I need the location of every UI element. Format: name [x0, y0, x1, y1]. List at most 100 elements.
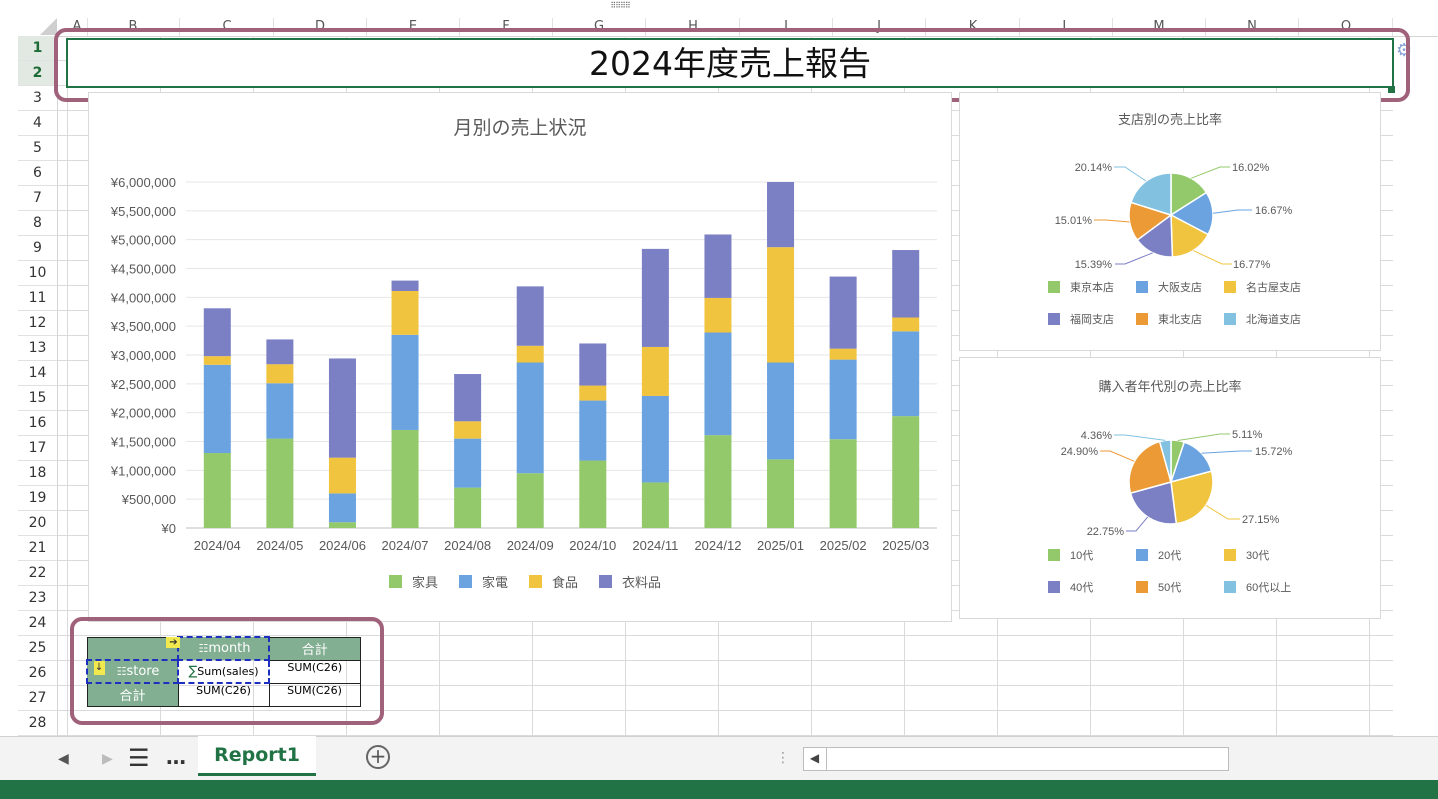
legend-swatch [1048, 313, 1060, 325]
row-header-1[interactable]: 1 [18, 36, 57, 61]
legend-label: 大阪支店 [1158, 280, 1202, 294]
row-header-8[interactable]: 8 [18, 211, 57, 236]
row-header-6[interactable]: 6 [18, 161, 57, 186]
legend-swatch [1224, 581, 1236, 593]
bar-segment [266, 339, 294, 365]
leader-line [1191, 166, 1230, 179]
scroll-left-icon[interactable]: ◀ [803, 747, 827, 771]
x-tick-label: 2024/06 [319, 538, 366, 553]
row-header-18[interactable]: 18 [18, 461, 57, 486]
legend-label: 10代 [1070, 549, 1093, 562]
row-header-27[interactable]: 27 [18, 686, 57, 711]
bar-segment [892, 250, 920, 318]
x-tick-label: 2024/10 [569, 538, 616, 553]
data-label: 15.39% [1075, 259, 1113, 271]
row-header-12[interactable]: 12 [18, 311, 57, 336]
leader-line [1212, 209, 1252, 214]
row-header-11[interactable]: 11 [18, 286, 57, 311]
bar-segment [892, 317, 920, 332]
row-header-9[interactable]: 9 [18, 236, 57, 261]
bar-segment [328, 493, 356, 523]
legend-label: 東京本店 [1070, 280, 1114, 294]
bar-segment [579, 385, 607, 401]
data-label: 20.14% [1075, 162, 1113, 174]
select-all-corner[interactable] [40, 18, 57, 35]
y-tick-label: ¥5,500,000 [110, 204, 176, 219]
sheet-tab-report1[interactable]: Report1 [198, 736, 316, 776]
data-label: 4.36% [1081, 430, 1112, 442]
row-header-23[interactable]: 23 [18, 586, 57, 611]
row-header-4[interactable]: 4 [18, 111, 57, 136]
row-header-15[interactable]: 15 [18, 386, 57, 411]
leader-line [1177, 433, 1230, 442]
row-header-7[interactable]: 7 [18, 186, 57, 211]
horizontal-scrollbar[interactable] [803, 747, 1229, 771]
legend-label: 東北支店 [1158, 312, 1202, 326]
row-header-14[interactable]: 14 [18, 361, 57, 386]
branch-share-chart[interactable]: 支店別の売上比率 16.02% 16.67% 16.77% 15.39% 15.01% 2… [959, 92, 1381, 351]
row-header-28[interactable]: 28 [18, 711, 57, 736]
bar-segment [579, 400, 607, 461]
row-header-2[interactable]: 2 [18, 61, 57, 86]
legend-swatch [459, 575, 472, 588]
row-header-24[interactable]: 24 [18, 611, 57, 636]
age-share-chart[interactable]: 購入者年代別の売上比率 5.11% 15.72% 27.15% 22.75% 24.90… [959, 357, 1381, 619]
leader-line [1193, 250, 1232, 265]
sheet-list-menu-icon[interactable]: ☰ [128, 745, 150, 771]
row-header-5[interactable]: 5 [18, 136, 57, 161]
x-tick-label: 2024/11 [632, 538, 678, 553]
legend-label: 家電 [482, 575, 508, 590]
bar-segment [829, 439, 857, 528]
data-label: 22.75% [1087, 526, 1125, 538]
legend-label: 名古屋支店 [1246, 280, 1301, 294]
legend-swatch [1136, 281, 1148, 293]
bar-segment [203, 356, 231, 365]
row-header-16[interactable]: 16 [18, 411, 57, 436]
resize-grip-icon[interactable]: ⠿⠿⠿⠿ [600, 2, 640, 10]
row-header-19[interactable]: 19 [18, 486, 57, 511]
row-header-22[interactable]: 22 [18, 561, 57, 586]
row-header-26[interactable]: 26 [18, 661, 57, 686]
y-tick-label: ¥2,000,000 [110, 406, 176, 421]
add-sheet-icon[interactable]: + [366, 745, 390, 769]
prev-sheet-icon[interactable]: ◀ [58, 751, 69, 767]
bar-segment [516, 362, 544, 474]
legend-label: 家具 [412, 575, 438, 590]
bar-segment [767, 247, 795, 363]
row-header-25[interactable]: 25 [18, 636, 57, 661]
next-sheet-icon[interactable]: ▶ [102, 751, 113, 767]
more-sheets-icon[interactable]: … [166, 745, 186, 769]
legend-label: 福岡支店 [1070, 312, 1114, 326]
leader-line [1115, 252, 1153, 265]
y-tick-label: ¥3,500,000 [110, 319, 176, 334]
bar-segment [266, 364, 294, 384]
y-tick-label: ¥2,500,000 [110, 377, 176, 392]
legend-swatch [1136, 581, 1148, 593]
y-tick-label: ¥3,000,000 [110, 348, 176, 363]
bar-segment [767, 459, 795, 528]
row-header-17[interactable]: 17 [18, 436, 57, 461]
row-header-20[interactable]: 20 [18, 511, 57, 536]
splitter-handle-icon[interactable]: ⋮ [776, 750, 790, 766]
bar-segment [892, 416, 920, 528]
leader-line [1126, 516, 1149, 532]
legend-label: 20代 [1158, 549, 1181, 562]
legend-label: 食品 [552, 575, 578, 590]
bar-segment [391, 334, 419, 430]
bar-segment [829, 348, 857, 360]
row-header-10[interactable]: 10 [18, 261, 57, 286]
legend-swatch [599, 575, 612, 588]
x-tick-label: 2025/01 [757, 538, 804, 553]
row-header-13[interactable]: 13 [18, 336, 57, 361]
x-tick-label: 2024/07 [382, 538, 429, 553]
legend-label: 60代以上 [1246, 581, 1291, 594]
bar-segment [641, 482, 669, 528]
bar-segment [767, 362, 795, 460]
bar-segment [454, 374, 482, 422]
row-header-3[interactable]: 3 [18, 86, 57, 111]
monthly-sales-chart[interactable]: 月別の売上状況 ¥0 ¥500,000 ¥1,000,000 ¥1,500,000 ¥2… [88, 92, 952, 622]
bar-chart-svg: ¥0 ¥500,000 ¥1,000,000 ¥1,500,000 ¥2,000,000… [110, 175, 937, 590]
legend-label: 30代 [1246, 549, 1269, 562]
bar-segment [579, 460, 607, 528]
row-header-21[interactable]: 21 [18, 536, 57, 561]
